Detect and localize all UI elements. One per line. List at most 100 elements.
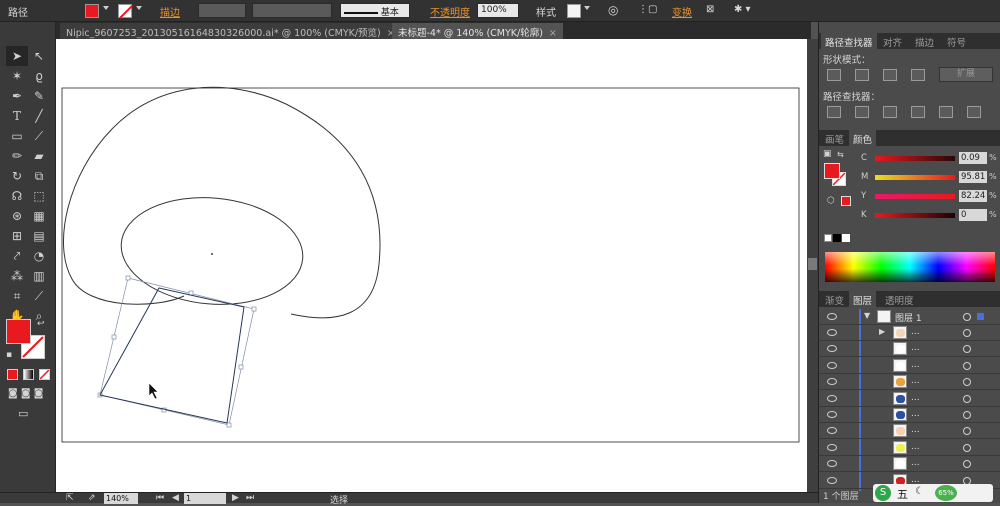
chevron-down-icon[interactable] bbox=[103, 6, 109, 10]
type-tool-icon[interactable]: T bbox=[6, 106, 28, 126]
visibility-icon[interactable] bbox=[827, 378, 837, 386]
layer-row[interactable]: ▼ 图层 1 bbox=[819, 309, 1000, 325]
visibility-icon[interactable] bbox=[827, 443, 837, 451]
color-fill-front[interactable] bbox=[824, 163, 840, 179]
eraser-tool-icon[interactable]: ▰ bbox=[28, 146, 50, 166]
crop-button[interactable] bbox=[911, 106, 925, 118]
recolor-icon[interactable]: ◎ bbox=[608, 3, 618, 17]
unite-button[interactable] bbox=[827, 69, 841, 81]
intersect-button[interactable] bbox=[883, 69, 897, 81]
opacity-label[interactable]: 不透明度 bbox=[430, 4, 470, 19]
target-icon[interactable] bbox=[963, 378, 971, 387]
nav-icon[interactable]: ⇱ bbox=[66, 493, 74, 503]
sublayer-name[interactable]: ... bbox=[911, 409, 920, 419]
visibility-icon[interactable] bbox=[827, 394, 837, 402]
perspective-grid-tool-icon[interactable]: ▦ bbox=[28, 206, 50, 226]
sublayer-row[interactable]: ... bbox=[819, 341, 1000, 358]
visibility-icon[interactable] bbox=[827, 460, 837, 468]
magenta-slider[interactable] bbox=[875, 175, 955, 180]
direct-selection-tool-icon[interactable]: ↖ bbox=[28, 46, 50, 66]
style-swatch[interactable] bbox=[567, 4, 581, 18]
sublayer-row[interactable]: ... bbox=[819, 374, 1000, 391]
artboard-number-field[interactable]: 1 bbox=[184, 493, 226, 504]
color-mode-button[interactable] bbox=[7, 369, 18, 380]
trim-button[interactable] bbox=[855, 106, 869, 118]
minus-back-button[interactable] bbox=[967, 106, 981, 118]
selection-indicator[interactable] bbox=[977, 313, 984, 320]
sublayer-name[interactable]: ... bbox=[911, 425, 920, 435]
sublayer-name[interactable]: ... bbox=[911, 393, 920, 403]
merge-button[interactable] bbox=[883, 106, 897, 118]
tab-document-2[interactable]: 未标题-4* @ 140% (CMYK/轮廓) × bbox=[392, 23, 563, 39]
tab-transparency[interactable]: 透明度 bbox=[881, 291, 918, 307]
chevron-down-icon[interactable] bbox=[584, 6, 590, 10]
visibility-icon[interactable] bbox=[827, 329, 837, 336]
close-icon[interactable]: × bbox=[549, 28, 557, 39]
artboard-tool-icon[interactable]: ⌗ bbox=[6, 286, 28, 306]
tab-align[interactable]: 对齐 bbox=[879, 33, 906, 49]
tab-layers[interactable]: 图层 bbox=[849, 291, 877, 307]
variable-width-profile-select[interactable] bbox=[252, 3, 332, 18]
layer-name[interactable]: 图层 1 bbox=[895, 311, 922, 324]
tab-symbols[interactable]: 符号 bbox=[943, 33, 970, 49]
black-value[interactable]: 0 bbox=[959, 209, 987, 221]
visibility-icon[interactable] bbox=[827, 411, 837, 418]
scale-tool-icon[interactable]: ⧉ bbox=[28, 166, 50, 186]
last-artboard-icon[interactable]: ⏭ bbox=[246, 493, 254, 503]
tab-pathfinder[interactable]: 路径查找器 bbox=[821, 33, 877, 49]
sublayer-name[interactable]: ... bbox=[911, 442, 920, 452]
moon-icon[interactable]: ☾ bbox=[915, 486, 924, 497]
scrollbar-thumb[interactable] bbox=[808, 258, 817, 270]
target-icon[interactable] bbox=[963, 313, 971, 321]
gradient-mode-button[interactable] bbox=[23, 369, 34, 380]
gradient-tool-icon[interactable]: ▤ bbox=[28, 226, 50, 246]
sublayer-name[interactable]: ... bbox=[911, 376, 920, 386]
expand-button[interactable]: 扩展 bbox=[939, 67, 993, 82]
draw-mode-icon[interactable]: ◙ ◙ ◙ bbox=[8, 388, 43, 399]
sublayer-row[interactable]: ... bbox=[819, 423, 1000, 440]
prev-artboard-icon[interactable]: ◀ bbox=[172, 493, 179, 503]
target-icon[interactable] bbox=[963, 427, 971, 436]
free-transform-tool-icon[interactable]: ⬚ bbox=[28, 186, 50, 206]
pen-tool-icon[interactable]: ✒ bbox=[6, 86, 28, 106]
visibility-icon[interactable] bbox=[827, 361, 837, 369]
magenta-value[interactable]: 95.81 bbox=[959, 171, 987, 183]
pencil-tool-icon[interactable]: ✏ bbox=[6, 146, 28, 166]
target-icon[interactable] bbox=[963, 329, 971, 337]
fill-color-front[interactable] bbox=[6, 319, 31, 344]
none-mode-button[interactable] bbox=[39, 369, 50, 380]
exclude-button[interactable] bbox=[911, 69, 925, 81]
shape-builder-tool-icon[interactable]: ⊛ bbox=[6, 206, 28, 226]
warp-tool-icon[interactable]: ☊ bbox=[6, 186, 28, 206]
cyan-slider[interactable] bbox=[875, 156, 955, 161]
tab-color[interactable]: 颜色 bbox=[849, 130, 877, 146]
color-spectrum[interactable] bbox=[825, 252, 995, 282]
mushroom-cap-path[interactable] bbox=[62, 86, 381, 319]
sublayer-name[interactable]: ... bbox=[911, 343, 920, 353]
rectangle-tool-icon[interactable]: ▭ bbox=[6, 126, 28, 146]
tab-stroke[interactable]: 描边 bbox=[911, 33, 938, 49]
stroke-label[interactable]: 描边 bbox=[160, 4, 180, 19]
minus-front-button[interactable] bbox=[855, 69, 869, 81]
rotate-tool-icon[interactable]: ↻ bbox=[6, 166, 28, 186]
default-colors-icon[interactable]: ▪ bbox=[6, 350, 12, 360]
tab-document-1[interactable]: Nipic_9607253_20130516164830326000.ai* @… bbox=[60, 23, 401, 39]
ime-mode-label[interactable]: 五 bbox=[897, 486, 908, 502]
swap-colors-icon[interactable]: ↩ bbox=[37, 319, 45, 329]
selection-tool-icon[interactable]: ➤ bbox=[6, 46, 28, 66]
stroke-weight-select[interactable] bbox=[198, 3, 246, 18]
mushroom-gill-ellipse[interactable] bbox=[117, 190, 308, 311]
sublayer-name[interactable]: ... bbox=[911, 360, 920, 370]
swap-arrows-icon[interactable]: ⇆ bbox=[837, 150, 844, 159]
yellow-slider[interactable] bbox=[875, 194, 955, 199]
expand-arrow-icon[interactable]: ▼ bbox=[864, 311, 870, 320]
brush-definition-select[interactable]: 基本 bbox=[340, 3, 410, 18]
isolate-icon[interactable]: ⊠ bbox=[706, 4, 714, 15]
zoom-field[interactable]: 140% bbox=[104, 493, 138, 504]
sublayer-name[interactable]: ... bbox=[911, 327, 920, 337]
chevron-down-icon[interactable] bbox=[136, 6, 142, 10]
swap-icon[interactable]: ▣ bbox=[823, 149, 832, 159]
divide-button[interactable] bbox=[827, 106, 841, 118]
sublayer-row[interactable]: ▶... bbox=[819, 325, 1000, 341]
sublayer-row[interactable]: ... bbox=[819, 440, 1000, 456]
